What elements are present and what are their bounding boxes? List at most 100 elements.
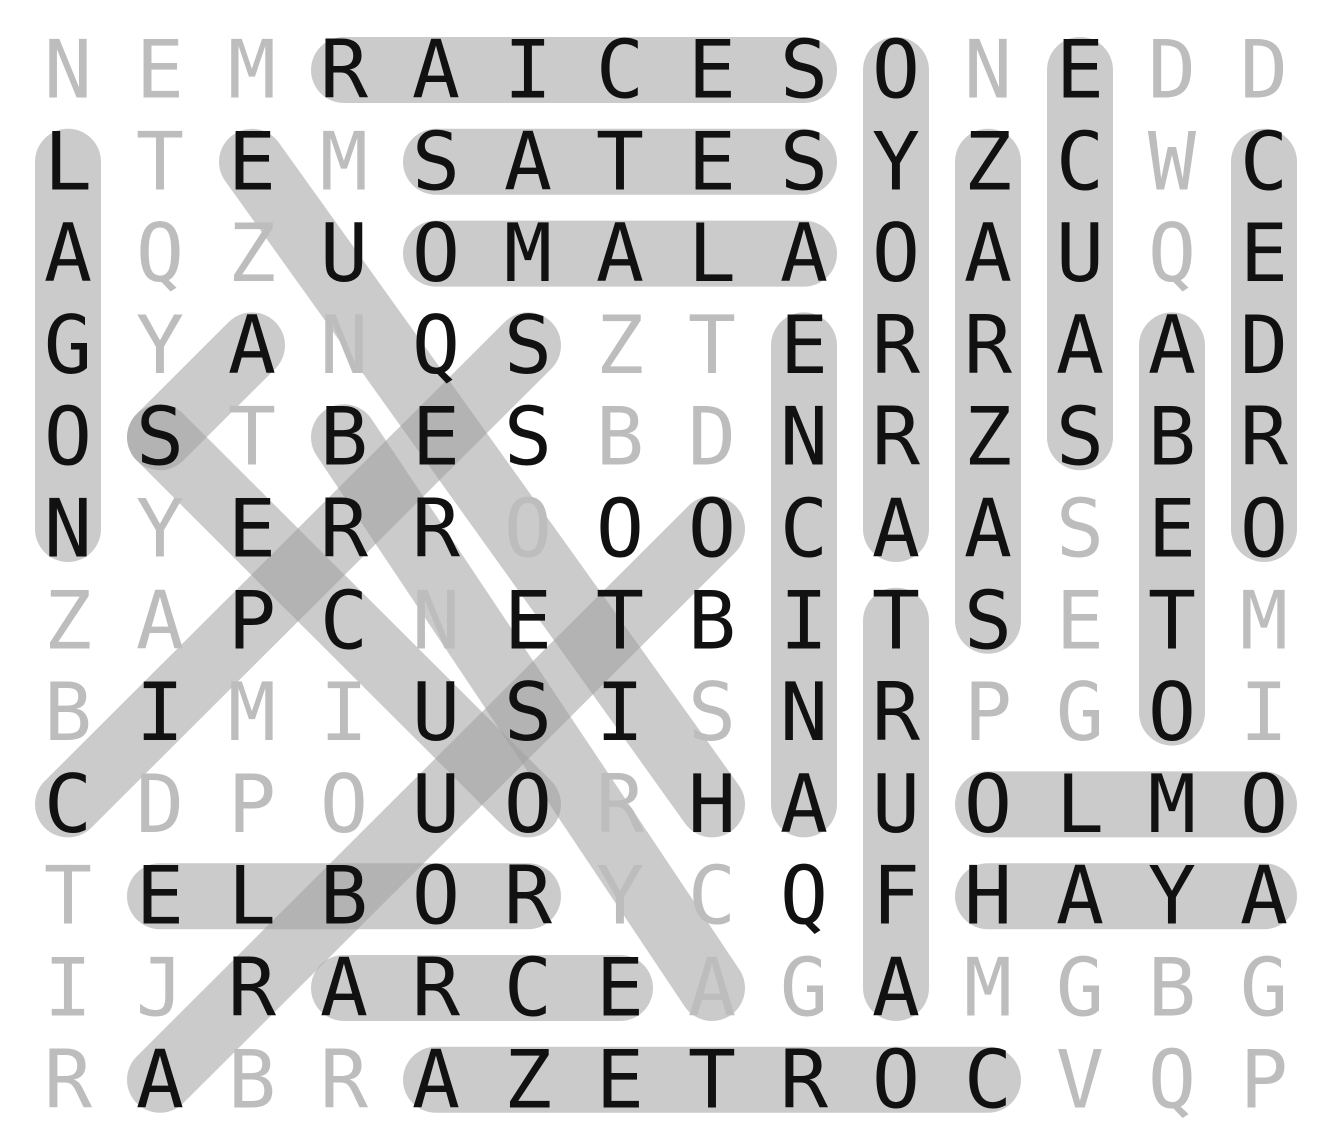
grid-cell[interactable]: T (44, 850, 92, 943)
grid-cell[interactable]: I (44, 942, 92, 1035)
grid-cell[interactable]: E (688, 115, 736, 208)
grid-cell[interactable]: S (688, 666, 736, 759)
grid-cell[interactable]: D (1240, 299, 1288, 392)
grid-cell[interactable]: Q (780, 850, 828, 943)
grid-cell[interactable]: S (1056, 483, 1104, 576)
grid-cell[interactable]: O (320, 758, 368, 851)
grid-cell[interactable]: A (136, 1033, 184, 1126)
grid-cell[interactable]: U (1056, 207, 1104, 300)
grid-cell[interactable]: I (504, 24, 552, 117)
grid-cell[interactable]: S (964, 574, 1012, 667)
grid-cell[interactable]: A (228, 299, 276, 392)
grid-cell[interactable]: U (320, 207, 368, 300)
grid-cell[interactable]: E (780, 299, 828, 392)
grid-cell[interactable]: N (320, 299, 368, 392)
grid-cell[interactable]: R (44, 1033, 93, 1126)
grid-cell[interactable]: R (872, 299, 921, 392)
grid-cell[interactable]: M (964, 942, 1012, 1035)
grid-cell[interactable]: O (1240, 758, 1288, 851)
grid-cell[interactable]: O (504, 758, 552, 851)
grid-cell[interactable]: B (1148, 391, 1196, 484)
grid-cell[interactable]: Q (136, 207, 184, 300)
grid-cell[interactable]: O (872, 207, 920, 300)
grid-cell[interactable]: A (780, 207, 828, 300)
grid-cell[interactable]: L (228, 850, 276, 943)
grid-cell[interactable]: Z (596, 299, 644, 392)
grid-cell[interactable]: A (1240, 850, 1288, 943)
grid-cell[interactable]: A (688, 942, 736, 1035)
grid-cell[interactable]: Z (44, 574, 92, 667)
grid-cell[interactable]: E (596, 1033, 644, 1126)
grid-cell[interactable]: D (136, 758, 184, 851)
grid-cell[interactable]: R (320, 24, 369, 117)
grid-cell[interactable]: G (44, 299, 92, 392)
grid-cell[interactable]: D (688, 391, 736, 484)
grid-cell[interactable]: O (412, 850, 460, 943)
grid-cell[interactable]: H (964, 850, 1012, 943)
grid-cell[interactable]: B (320, 850, 368, 943)
grid-cell[interactable]: N (964, 24, 1012, 117)
grid-cell[interactable]: S (504, 391, 552, 484)
grid-cell[interactable]: C (504, 942, 552, 1035)
grid-cell[interactable]: A (320, 942, 368, 1035)
grid-cell[interactable]: B (596, 391, 644, 484)
grid-cell[interactable]: E (1056, 574, 1104, 667)
grid-cell[interactable]: I (596, 666, 644, 759)
grid-cell[interactable]: A (964, 483, 1012, 576)
grid-cell[interactable]: N (780, 666, 828, 759)
grid-cell[interactable]: D (1240, 24, 1288, 117)
grid-cell[interactable]: Y (872, 115, 920, 208)
grid-cell[interactable]: N (412, 574, 460, 667)
grid-cell[interactable]: O (44, 391, 92, 484)
grid-cell[interactable]: A (1056, 299, 1104, 392)
grid-cell[interactable]: N (44, 24, 92, 117)
grid-cell[interactable]: R (228, 942, 277, 1035)
grid-cell[interactable]: I (136, 666, 184, 759)
grid-cell[interactable]: E (136, 24, 184, 117)
grid-cell[interactable]: R (320, 483, 369, 576)
grid-cell[interactable]: R (1240, 391, 1289, 484)
grid-cell[interactable]: A (136, 574, 184, 667)
grid-cell[interactable]: L (44, 115, 92, 208)
grid-cell[interactable]: U (872, 758, 920, 851)
grid-cell[interactable]: A (964, 207, 1012, 300)
grid-cell[interactable]: Z (964, 391, 1012, 484)
grid-cell[interactable]: C (780, 483, 828, 576)
grid-cell[interactable]: J (136, 942, 184, 1035)
grid-cell[interactable]: S (780, 24, 828, 117)
grid-cell[interactable]: C (964, 1033, 1012, 1126)
grid-cell[interactable]: A (872, 483, 920, 576)
grid-cell[interactable]: E (228, 115, 276, 208)
grid-cell[interactable]: O (872, 24, 920, 117)
grid-cell[interactable]: E (504, 574, 552, 667)
grid-cell[interactable]: A (504, 115, 552, 208)
grid-cell[interactable]: N (44, 483, 92, 576)
grid-cell[interactable]: R (872, 666, 921, 759)
grid-cell[interactable]: E (688, 24, 736, 117)
grid-cell[interactable]: S (504, 666, 552, 759)
grid-cell[interactable]: D (1148, 24, 1196, 117)
grid-cell[interactable]: C (596, 24, 644, 117)
grid-cell[interactable]: G (1056, 666, 1104, 759)
grid-cell[interactable]: O (412, 207, 460, 300)
grid-cell[interactable]: P (1240, 1033, 1288, 1126)
grid-cell[interactable]: T (596, 574, 644, 667)
grid-cell[interactable]: E (412, 391, 460, 484)
grid-cell[interactable]: O (596, 483, 644, 576)
grid-cell[interactable]: T (688, 1033, 736, 1126)
grid-cell[interactable]: Y (596, 850, 644, 943)
grid-cell[interactable]: N (780, 391, 828, 484)
grid-cell[interactable]: O (964, 758, 1012, 851)
grid-cell[interactable]: Y (136, 299, 184, 392)
grid-cell[interactable]: A (1056, 850, 1104, 943)
grid-cell[interactable]: G (1056, 942, 1104, 1035)
grid-cell[interactable]: R (780, 1033, 829, 1126)
grid-cell[interactable]: R (320, 1033, 369, 1126)
grid-cell[interactable]: C (44, 758, 92, 851)
grid-cell[interactable]: R (412, 483, 461, 576)
grid-cell[interactable]: E (1056, 24, 1104, 117)
grid-cell[interactable]: S (1056, 391, 1104, 484)
grid-cell[interactable]: Q (412, 299, 460, 392)
grid-cell[interactable]: R (872, 391, 921, 484)
grid-cell[interactable]: C (1240, 115, 1288, 208)
